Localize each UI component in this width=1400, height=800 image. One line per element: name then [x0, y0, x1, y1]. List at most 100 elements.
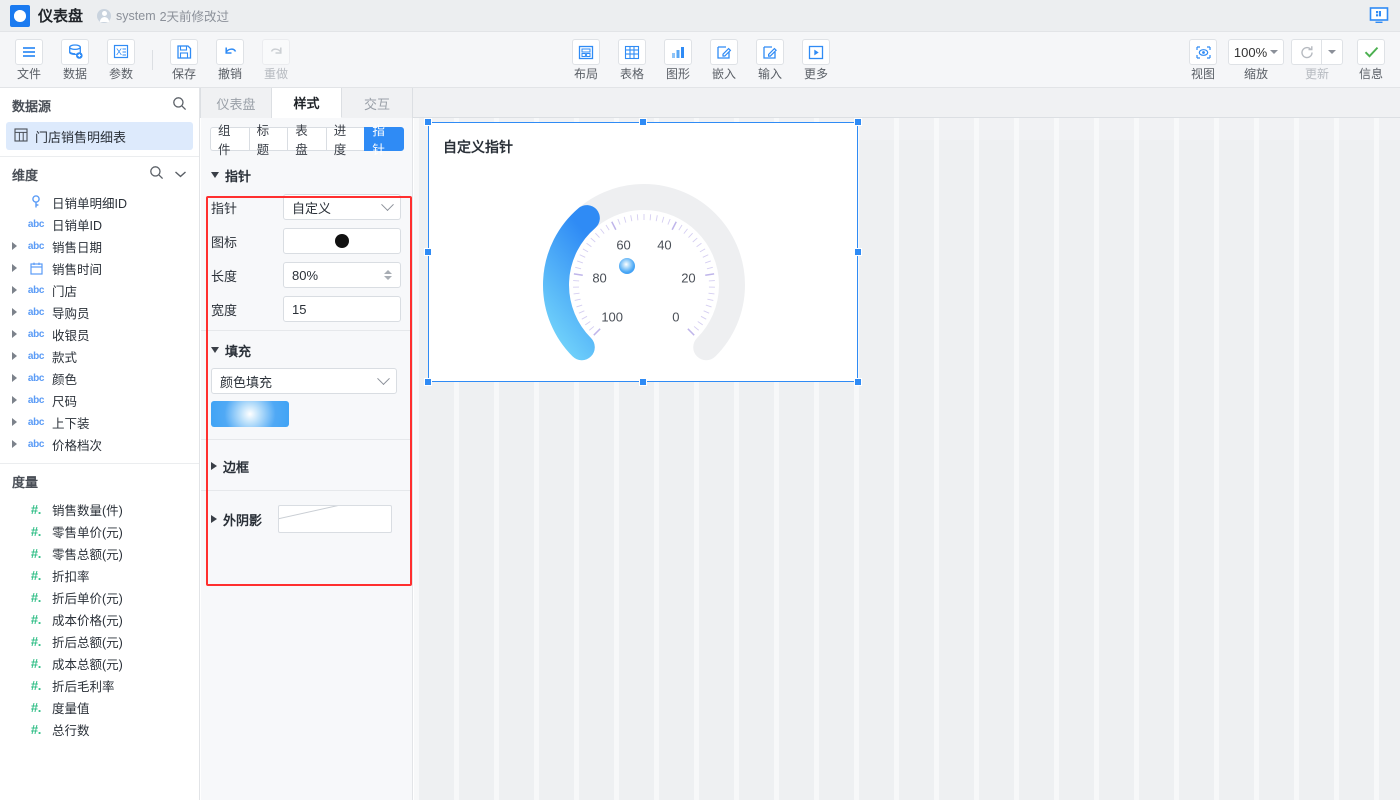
dimension-item[interactable]: abc门店 [0, 279, 199, 301]
dimension-item-label: 日销单明细ID [52, 193, 127, 212]
measure-item[interactable]: #.折后毛利率 [0, 674, 199, 696]
measure-item[interactable]: #.零售总额(元) [0, 542, 199, 564]
ribbon-refresh-label: 更新 [1305, 67, 1329, 81]
resize-handle-s[interactable] [639, 378, 647, 386]
expand-caret-icon[interactable] [8, 330, 20, 338]
measure-item[interactable]: #.折扣率 [0, 564, 199, 586]
zoom-select[interactable]: 100% [1228, 39, 1284, 65]
resize-handle-se[interactable] [854, 378, 862, 386]
refresh-dropdown-button[interactable] [1321, 39, 1343, 65]
expand-caret-icon[interactable] [8, 286, 20, 294]
search-icon[interactable] [149, 165, 164, 183]
measure-item[interactable]: #.销售数量(件) [0, 498, 199, 520]
expand-caret-icon[interactable] [8, 264, 20, 272]
ribbon-save-button[interactable]: 保存 [161, 32, 207, 88]
dimension-item[interactable]: abc收银员 [0, 323, 199, 345]
style-subtab-progress[interactable]: 进度 [326, 127, 365, 151]
style-subtab-dial[interactable]: 表盘 [287, 127, 326, 151]
dimension-item[interactable]: abc尺码 [0, 389, 199, 411]
measure-item[interactable]: #.折后总额(元) [0, 630, 199, 652]
dimension-item[interactable]: 销售时间 [0, 257, 199, 279]
fill-color-swatch[interactable] [211, 401, 289, 427]
needle-group-header[interactable]: 指针 [201, 160, 412, 190]
ribbon-file-button[interactable]: 文件 [6, 32, 52, 88]
shadow-group-header[interactable]: 外阴影 [201, 497, 412, 541]
ribbon-input-button[interactable]: 输入 [747, 32, 793, 88]
shadow-group-title: 外阴影 [223, 510, 262, 529]
fill-group-header[interactable]: 填充 [201, 335, 412, 365]
ribbon-zoom-control[interactable]: 100% 缩放 [1226, 32, 1286, 88]
measure-item[interactable]: #.度量值 [0, 696, 199, 718]
ribbon-info-button[interactable]: 信息 [1348, 32, 1394, 88]
expand-caret-icon[interactable] [8, 418, 20, 426]
present-screen-icon[interactable] [1366, 5, 1392, 27]
resize-handle-sw[interactable] [424, 378, 432, 386]
resize-handle-n[interactable] [639, 118, 647, 126]
ribbon-refresh-control[interactable]: 更新 [1286, 32, 1348, 88]
gauge-widget[interactable]: 自定义指针 020406080100 [428, 122, 858, 382]
ribbon-param-button[interactable]: X 参数 [98, 32, 144, 88]
style-subtab-component[interactable]: 组件 [210, 127, 249, 151]
dimension-item[interactable]: abc上下装 [0, 411, 199, 433]
search-icon[interactable] [172, 96, 187, 114]
ribbon-input-label: 输入 [758, 67, 782, 81]
chevron-down-icon [1270, 50, 1278, 54]
style-subtab-title[interactable]: 标题 [249, 127, 288, 151]
ribbon-undo-button[interactable]: 撤销 [207, 32, 253, 88]
ribbon-layout-button[interactable]: 布局 [563, 32, 609, 88]
measure-item[interactable]: #.折后单价(元) [0, 586, 199, 608]
ribbon-redo-button[interactable]: 重做 [253, 32, 299, 88]
resize-handle-ne[interactable] [854, 118, 862, 126]
ribbon-more-button[interactable]: 更多 [793, 32, 839, 88]
measure-item[interactable]: #.零售单价(元) [0, 520, 199, 542]
measure-item[interactable]: #.成本价格(元) [0, 608, 199, 630]
needle-length-spinner[interactable]: 80% [283, 262, 401, 288]
tab-style[interactable]: 样式 [272, 88, 342, 118]
resize-handle-e[interactable] [854, 248, 862, 256]
tab-interaction[interactable]: 交互 [342, 88, 413, 118]
gauge-widget-title: 自定义指针 [443, 137, 513, 157]
tab-dashboard[interactable]: 仪表盘 [201, 88, 272, 118]
ribbon-chart-button[interactable]: 图形 [655, 32, 701, 88]
expand-caret-icon[interactable] [8, 352, 20, 360]
fill-color-row [201, 397, 412, 431]
ribbon-view-button[interactable]: 视图 [1180, 32, 1226, 88]
number-hash-icon: #. [26, 502, 46, 517]
expand-caret-icon[interactable] [8, 396, 20, 404]
dimension-item[interactable]: abc颜色 [0, 367, 199, 389]
panel-tabstrip: 数据 布局 仪表盘 样式 交互 [0, 88, 1400, 118]
border-group-header[interactable]: 边框 [201, 448, 412, 484]
measure-item[interactable]: #.成本总额(元) [0, 652, 199, 674]
expand-caret-icon[interactable] [8, 242, 20, 250]
needle-icon-picker[interactable] [283, 228, 401, 254]
refresh-split-button[interactable] [1291, 39, 1343, 65]
dimension-item[interactable]: abc价格档次 [0, 433, 199, 455]
style-properties-panel: 组件 标题 表盘 进度 指针 指针 指针 自定义 图标 [201, 118, 413, 800]
datasource-item-store-sales[interactable]: 门店销售明细表 [6, 122, 193, 150]
resize-handle-nw[interactable] [424, 118, 432, 126]
spinner-arrows-icon[interactable] [384, 270, 392, 280]
style-subtab-needle[interactable]: 指针 [364, 127, 404, 151]
title-bar: 仪表盘 system 2天前修改过 [0, 0, 1400, 32]
dimension-item[interactable]: abc导购员 [0, 301, 199, 323]
resize-handle-w[interactable] [424, 248, 432, 256]
expand-caret-icon[interactable] [8, 374, 20, 382]
ribbon-embed-button[interactable]: 嵌入 [701, 32, 747, 88]
needle-type-select[interactable]: 自定义 [283, 194, 401, 220]
refresh-icon[interactable] [1291, 39, 1321, 65]
ribbon-table-button[interactable]: 表格 [609, 32, 655, 88]
dashboard-canvas[interactable]: 自定义指针 020406080100 [414, 118, 1400, 800]
expand-caret-icon[interactable] [8, 308, 20, 316]
dimension-item[interactable]: 日销单明细ID [0, 191, 199, 213]
dimension-item-label: 尺码 [52, 391, 77, 410]
dimension-item[interactable]: abc款式 [0, 345, 199, 367]
fill-mode-select[interactable]: 颜色填充 [211, 368, 397, 394]
ribbon-data-button[interactable]: 数据 [52, 32, 98, 88]
measure-item[interactable]: #.总行数 [0, 718, 199, 740]
expand-caret-icon[interactable] [8, 440, 20, 448]
dimension-item[interactable]: abc日销单ID [0, 213, 199, 235]
shadow-preview[interactable] [278, 505, 392, 533]
dimension-item[interactable]: abc销售日期 [0, 235, 199, 257]
needle-width-input[interactable]: 15 [283, 296, 401, 322]
chevron-down-icon[interactable] [174, 167, 187, 182]
